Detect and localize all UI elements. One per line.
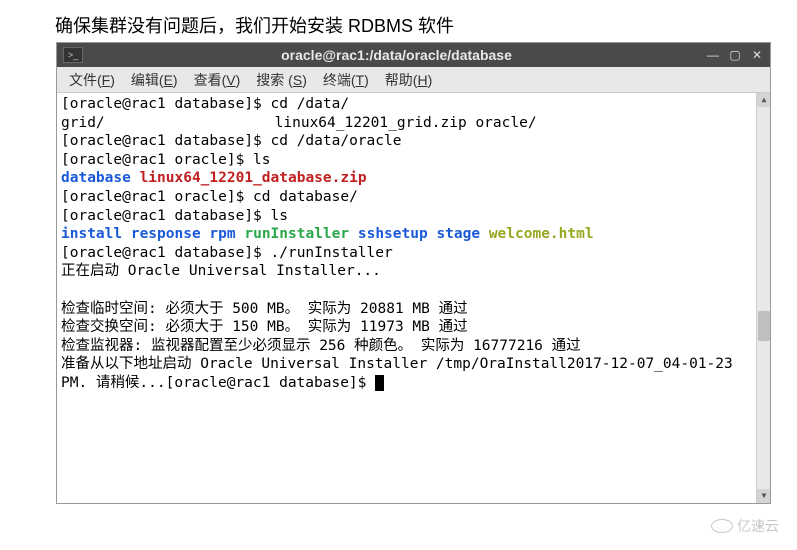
cloud-icon xyxy=(711,519,733,533)
dir-response: response xyxy=(131,226,201,242)
terminal-line: [oracle@rac1 database]$ cd /data/ xyxy=(61,95,766,114)
terminal-line: [oracle@rac1 oracle]$ cd database/ xyxy=(61,188,766,207)
terminal-line: grid/linux64_12201_grid.zip oracle/ xyxy=(61,114,766,133)
terminal-line: [oracle@rac1 database]$ ls xyxy=(61,207,766,226)
terminal-window: >_ oracle@rac1:/data/oracle/database — ▢… xyxy=(56,42,771,504)
menu-terminal[interactable]: 终端(T) xyxy=(315,68,377,92)
file-database-zip: linux64_12201_database.zip xyxy=(140,170,367,186)
terminal-line: 正在启动 Oracle Universal Installer... xyxy=(61,262,766,281)
terminal-line: [oracle@rac1 oracle]$ ls xyxy=(61,151,766,170)
scroll-down-button[interactable]: ▼ xyxy=(757,489,770,503)
window-title: oracle@rac1:/data/oracle/database xyxy=(89,47,704,63)
menu-edit[interactable]: 编辑(E) xyxy=(123,68,186,92)
menubar: 文件(F) 编辑(E) 查看(V) 搜索 (S) 终端(T) 帮助(H) xyxy=(57,67,770,93)
scroll-thumb[interactable] xyxy=(758,311,770,341)
window-controls: — ▢ ✕ xyxy=(704,46,766,64)
cursor-icon xyxy=(375,375,384,391)
maximize-button[interactable]: ▢ xyxy=(726,46,744,64)
menu-file[interactable]: 文件(F) xyxy=(61,68,123,92)
terminal-line: PM. 请稍候...[oracle@rac1 database]$ xyxy=(61,374,766,393)
terminal-line: [oracle@rac1 database]$ ./runInstaller xyxy=(61,244,766,263)
menu-help[interactable]: 帮助(H) xyxy=(377,68,440,92)
terminal-line: [oracle@rac1 database]$ cd /data/oracle xyxy=(61,132,766,151)
minimize-button[interactable]: — xyxy=(704,46,722,64)
dir-rpm: rpm xyxy=(209,226,235,242)
file-welcome-html: welcome.html xyxy=(489,226,594,242)
watermark-text: 亿速云 xyxy=(737,516,779,536)
exec-runinstaller: runInstaller xyxy=(244,226,349,242)
menu-view[interactable]: 查看(V) xyxy=(186,68,249,92)
intro-text: 确保集群没有问题后，我们开始安装 RDBMS 软件 xyxy=(55,12,454,38)
dir-sshsetup: sshsetup xyxy=(358,226,428,242)
terminal-line: 检查交换空间: 必须大于 150 MB。 实际为 11973 MB 通过 xyxy=(61,318,766,337)
terminal-line: database linux64_12201_database.zip xyxy=(61,169,766,188)
terminal-scrollbar[interactable]: ▲ ▼ xyxy=(756,93,770,503)
terminal-line: 准备从以下地址启动 Oracle Universal Installer /tm… xyxy=(61,355,766,374)
terminal-icon: >_ xyxy=(63,47,83,63)
terminal-line: 检查监视器: 监视器配置至少必须显示 256 种颜色。 实际为 16777216… xyxy=(61,337,766,356)
terminal-body[interactable]: [oracle@rac1 database]$ cd /data/ grid/l… xyxy=(57,93,770,503)
close-button[interactable]: ✕ xyxy=(748,46,766,64)
dir-stage: stage xyxy=(436,226,480,242)
menu-search[interactable]: 搜索 (S) xyxy=(248,68,315,92)
terminal-blank-line xyxy=(61,281,766,300)
dir-install: install xyxy=(61,226,122,242)
dir-database: database xyxy=(61,170,131,186)
watermark: 亿速云 xyxy=(711,516,779,536)
scroll-up-button[interactable]: ▲ xyxy=(757,93,770,107)
terminal-line: 检查临时空间: 必须大于 500 MB。 实际为 20881 MB 通过 xyxy=(61,300,766,319)
terminal-line: install response rpm runInstaller sshset… xyxy=(61,225,766,244)
titlebar: >_ oracle@rac1:/data/oracle/database — ▢… xyxy=(57,43,770,67)
